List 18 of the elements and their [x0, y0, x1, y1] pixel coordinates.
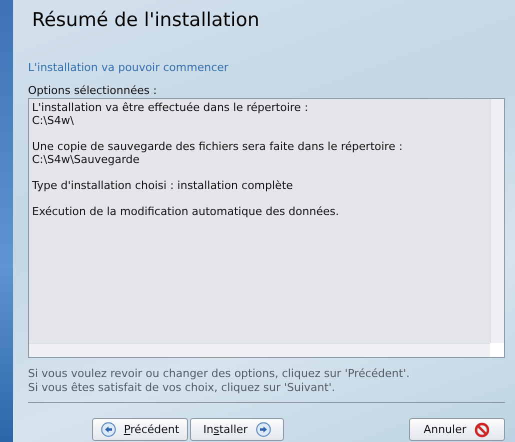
cancel-button[interactable]: Annuler [409, 418, 505, 441]
help-text: Si vous voulez revoir ou changer des options, cliquez sur 'Précédent'. [28, 367, 411, 381]
cancel-icon [474, 422, 490, 438]
page-title: Résumé de l'installation [32, 9, 260, 33]
horizontal-scrollbar[interactable] [29, 343, 490, 357]
help-text: Si vous êtes satisfait de vos choix, cliquez sur 'Suivant'. [28, 381, 336, 395]
summary-line: Exécution de la modification automatique des données. [32, 205, 340, 218]
subtitle: L'installation va pouvoir commencer [28, 61, 230, 74]
summary-line: Une copie de sauvegarde des fichiers sera faite dans le répertoire : [32, 140, 404, 153]
scrollbar-corner [490, 343, 504, 357]
summary-line: L'installation va être effectuée dans le répertoire : [32, 101, 310, 114]
options-label: Options sélectionnées : [28, 84, 158, 97]
previous-button[interactable]: Précédent [92, 418, 188, 441]
install-button[interactable]: Installer [190, 418, 284, 441]
summary-line: Type d'installation choisi : installation complète [32, 179, 294, 192]
summary-line: C:\S4w\ [32, 114, 75, 127]
summary-line: C:\S4w\Sauvegarde [32, 153, 141, 166]
vertical-scrollbar[interactable] [490, 99, 504, 343]
